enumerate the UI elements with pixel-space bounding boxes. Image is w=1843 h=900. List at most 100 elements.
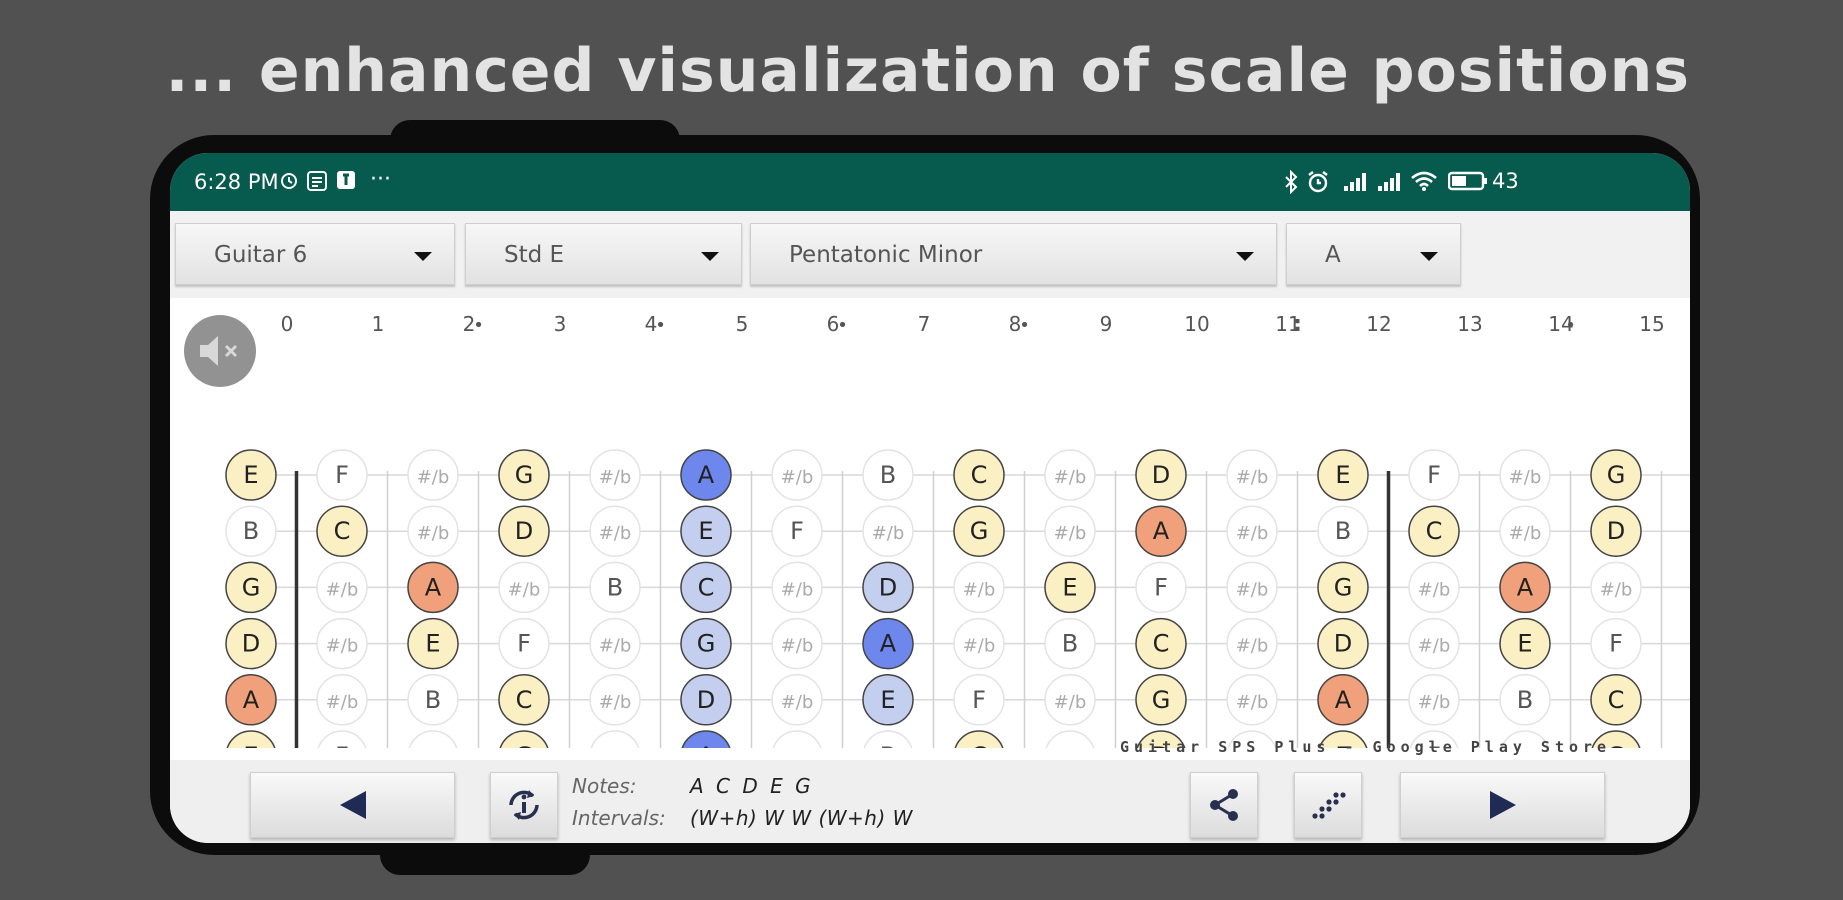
- fret-marker-dot: •: [1019, 315, 1030, 336]
- note-label: #/b: [417, 467, 450, 488]
- note-label: A: [425, 573, 442, 601]
- note-label: #/b: [1236, 692, 1269, 713]
- phone-screen: 6:28 PM ··· 43 Guitar 6 Std E Pentatonic…: [170, 153, 1690, 843]
- share-button[interactable]: [1190, 772, 1258, 838]
- note-label: F: [1154, 573, 1168, 601]
- signal-icon: [1344, 173, 1366, 191]
- mute-button[interactable]: [184, 315, 256, 387]
- note-label: #/b: [781, 579, 814, 600]
- note-label: D: [1607, 517, 1625, 545]
- note-label: C: [971, 461, 988, 489]
- note-label: G: [697, 630, 716, 658]
- scale-dropdown-value: Pentatonic Minor: [789, 242, 983, 268]
- note-label: B: [880, 461, 896, 489]
- note-marker[interactable]: [771, 730, 823, 782]
- fret-number: 3: [554, 312, 567, 336]
- note-label: E: [425, 630, 440, 658]
- fret-number: 12: [1366, 312, 1391, 336]
- note-label: D: [697, 686, 715, 714]
- fret-number: 0: [281, 312, 294, 336]
- note-label: #/b: [1236, 523, 1269, 544]
- note-label: #/b: [326, 579, 359, 600]
- dropdown-arrow-icon: [414, 252, 432, 261]
- note-label: C: [1608, 686, 1625, 714]
- note-label: A: [1517, 573, 1534, 601]
- dropdown-arrow-icon: [1236, 252, 1254, 261]
- fret-marker-dot: •: [1565, 315, 1576, 336]
- note-label: #/b: [508, 579, 541, 600]
- note-label: G: [515, 461, 534, 489]
- note-label: C: [334, 517, 351, 545]
- note-label: B: [1517, 686, 1533, 714]
- note-label: #/b: [599, 467, 632, 488]
- note-label: #/b: [599, 523, 632, 544]
- scale-dropdown[interactable]: Pentatonic Minor: [750, 223, 1277, 285]
- refresh-info-button[interactable]: [490, 772, 558, 838]
- note-label: #/b: [599, 636, 632, 657]
- pattern-view-button[interactable]: [1294, 772, 1362, 838]
- note-label: G: [1152, 686, 1171, 714]
- wifi-icon: [1411, 171, 1437, 191]
- note-label: #/b: [1509, 523, 1542, 544]
- fretboard-canvas: 0 1 2 3 4 5 6 7 8 9 10 11 12 13 14 15• • • • •:E F #/b G #/b A #/…: [225, 312, 1690, 782]
- intervals-value: (W+h) W W (W+h) W: [690, 806, 913, 830]
- status-bar: 6:28 PM ··· 43: [170, 153, 1690, 211]
- speaker-muted-icon: [200, 336, 238, 366]
- fretboard: 0 1 2 3 4 5 6 7 8 9 10 11 12 13 14 15 • • • • •: E F #/b G #/b A #/…: [170, 298, 1690, 782]
- note-label: C: [516, 686, 533, 714]
- app-notification-icon: [337, 171, 355, 189]
- note-label: F: [790, 517, 804, 545]
- note-label: A: [880, 630, 897, 658]
- note-label: #/b: [417, 523, 450, 544]
- note-label: D: [879, 573, 897, 601]
- note-label: E: [1062, 573, 1077, 601]
- note-label: E: [243, 742, 258, 748]
- next-position-button[interactable]: [1400, 772, 1605, 838]
- note-label: #/b: [781, 692, 814, 713]
- note-label: G: [1334, 573, 1353, 601]
- fret-number: 13: [1457, 312, 1482, 336]
- instrument-dropdown[interactable]: Guitar 6: [175, 223, 455, 285]
- note-marker[interactable]: [1044, 730, 1096, 782]
- previous-position-button[interactable]: [250, 772, 455, 838]
- status-time: 6:28 PM: [194, 170, 279, 194]
- note-label: #/b: [1236, 467, 1269, 488]
- note-label: B: [1335, 517, 1351, 545]
- note-label: A: [1153, 517, 1170, 545]
- note-label: B: [607, 573, 623, 601]
- note-label: A: [698, 742, 715, 748]
- tuning-dropdown[interactable]: Std E: [465, 223, 742, 285]
- share-icon: [1210, 789, 1238, 821]
- note-label: F: [335, 461, 349, 489]
- refresh-info-icon: [509, 790, 539, 820]
- key-dropdown[interactable]: A: [1286, 223, 1461, 285]
- note-label: C: [1426, 517, 1443, 545]
- more-notifications-icon: ···: [370, 167, 391, 192]
- tuning-dropdown-value: Std E: [504, 242, 565, 268]
- fret-number: 9: [1100, 312, 1113, 336]
- note-label: E: [698, 517, 713, 545]
- fret-number: 7: [918, 312, 931, 336]
- note-label: #/b: [781, 467, 814, 488]
- note-label: #/b: [599, 692, 632, 713]
- fret-marker-dot: •: [837, 315, 848, 336]
- note-label: G: [1607, 461, 1626, 489]
- note-label: A: [1335, 686, 1352, 714]
- triangle-right-icon: [1489, 791, 1516, 819]
- fret-number: 1: [372, 312, 385, 336]
- alarm-clock-icon: [1308, 171, 1328, 193]
- note-label: F: [1427, 461, 1441, 489]
- dropdown-arrow-icon: [1420, 252, 1438, 261]
- note-label: #/b: [1418, 636, 1451, 657]
- note-label: D: [1334, 630, 1352, 658]
- notification-icon: [307, 171, 327, 191]
- note-marker[interactable]: [589, 730, 641, 782]
- note-label: F: [335, 742, 349, 748]
- key-dropdown-value: A: [1325, 242, 1341, 268]
- note-label: E: [243, 461, 258, 489]
- note-marker[interactable]: [407, 730, 459, 782]
- note-label: D: [515, 517, 533, 545]
- note-label: E: [880, 686, 895, 714]
- dots-pattern-icon: [1312, 792, 1346, 819]
- note-label: #/b: [1509, 467, 1542, 488]
